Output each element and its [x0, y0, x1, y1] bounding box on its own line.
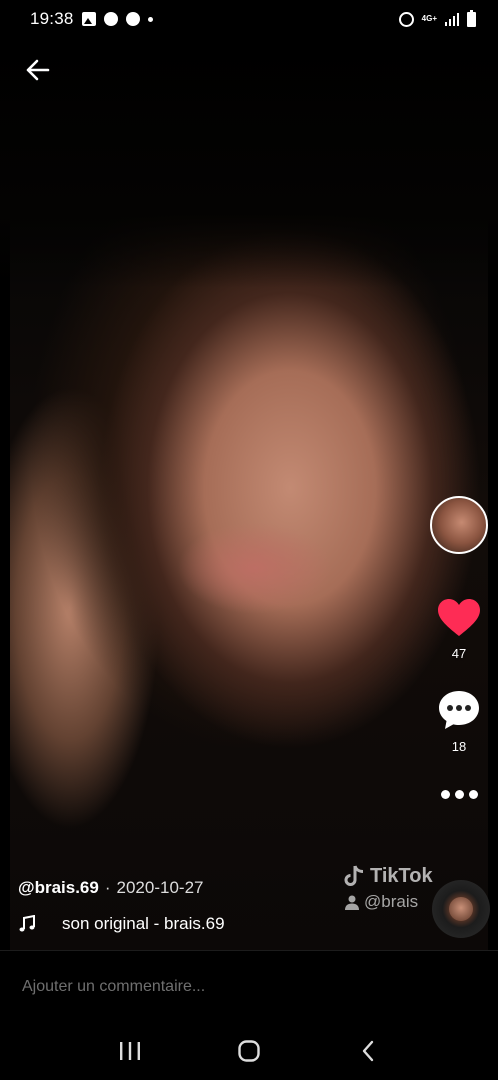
person-icon	[345, 895, 359, 910]
status-time: 19:38	[30, 9, 74, 28]
like-count: 47	[451, 646, 467, 661]
comment-count: 18	[451, 739, 467, 754]
tiktok-watermark: TikTok @brais	[344, 864, 433, 912]
home-button[interactable]	[229, 1031, 269, 1071]
video-frame	[10, 188, 488, 950]
back-button[interactable]	[22, 54, 54, 86]
comment-bubble-icon	[439, 691, 479, 729]
music-note-icon	[19, 915, 35, 932]
comment-button[interactable]: 18	[437, 689, 481, 754]
recents-button[interactable]	[110, 1031, 150, 1071]
signal-icon	[445, 12, 459, 26]
post-date: 2020-10-27	[116, 878, 204, 897]
watermark-handle-text: @brais	[364, 892, 419, 911]
battery-icon	[467, 9, 476, 27]
dot-icon	[468, 790, 478, 799]
nav-back-button[interactable]	[348, 1031, 388, 1071]
video-top-shade	[0, 38, 498, 288]
arrow-left-icon	[26, 59, 50, 81]
action-rail: 47 18	[430, 496, 488, 799]
messenger-icon	[103, 12, 118, 26]
network-type: 4G+	[421, 14, 437, 23]
back-icon	[363, 1040, 374, 1062]
system-nav-bar	[0, 1022, 498, 1080]
more-options-button[interactable]	[440, 790, 478, 799]
home-icon	[238, 1040, 260, 1062]
status-left: 19:38	[30, 9, 153, 29]
video-player[interactable]	[0, 38, 498, 950]
watermark-logo: TikTok	[344, 864, 433, 888]
heart-icon	[438, 599, 480, 636]
video-caption: @brais.69 · 2020-10-27	[18, 878, 203, 898]
recents-icon	[119, 1042, 140, 1060]
notification-dot-icon	[147, 16, 153, 22]
watermark-handle: @brais	[344, 892, 433, 912]
gallery-icon	[81, 12, 96, 26]
author-avatar[interactable]	[430, 496, 488, 554]
author-line: @brais.69 · 2020-10-27	[18, 878, 203, 898]
status-right: 4G+	[398, 9, 476, 27]
status-bar: 19:38 4G+	[0, 0, 498, 38]
like-button[interactable]: 47	[437, 598, 481, 661]
music-disc[interactable]	[432, 880, 490, 938]
watermark-logo-text: TikTok	[370, 864, 433, 887]
comment-input[interactable]	[22, 977, 462, 996]
alarm-icon	[398, 11, 414, 27]
dot-icon	[440, 790, 450, 799]
comment-bar	[0, 950, 498, 1022]
sound-link[interactable]: son original - brais.69	[18, 914, 225, 934]
author-username[interactable]: @brais.69	[18, 878, 99, 898]
separator-dot: ·	[104, 878, 111, 897]
messenger-icon	[125, 12, 140, 26]
dot-icon	[454, 790, 464, 799]
sound-title: son original - brais.69	[62, 914, 225, 933]
tiktok-note-icon	[344, 865, 364, 886]
